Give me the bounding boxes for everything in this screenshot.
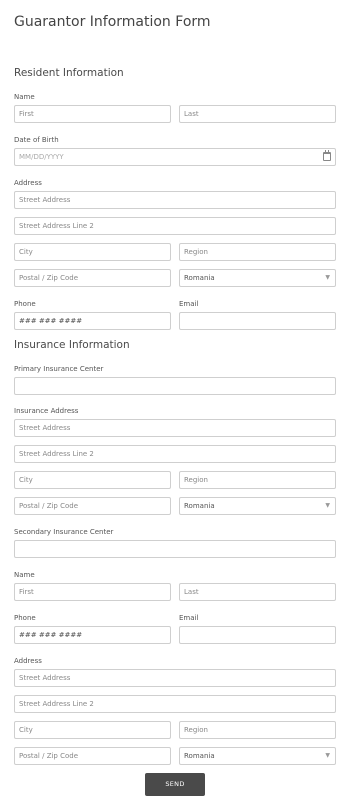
resident-postal-input[interactable]: Postal / Zip Code (14, 269, 171, 287)
resident-name-label: Name (14, 93, 35, 101)
chevron-down-icon: ▼ (325, 274, 330, 281)
resident-address-label: Address (14, 179, 42, 187)
insurance-city-input[interactable]: City (14, 471, 171, 489)
section-title-insurance: Insurance Information (14, 339, 130, 351)
resident-country-value: Romania (184, 274, 215, 282)
insurance-street2-b-input[interactable]: Street Address Line 2 (14, 695, 336, 713)
insurance-country-select[interactable]: Romania ▼ (179, 497, 336, 515)
resident-last-name-input[interactable]: Last (179, 105, 336, 123)
primary-insurance-center-label: Primary Insurance Center (14, 365, 104, 373)
resident-first-name-input[interactable]: First (14, 105, 171, 123)
insurance-address-label: Insurance Address (14, 407, 79, 415)
insurance-address2-label: Address (14, 657, 42, 665)
insurance-city-b-input[interactable]: City (14, 721, 171, 739)
send-button[interactable]: SEND (145, 773, 205, 796)
insurance-name-label: Name (14, 571, 35, 579)
chevron-down-icon: ▼ (325, 502, 330, 509)
secondary-insurance-center-input[interactable] (14, 540, 336, 558)
resident-phone-input[interactable]: ### ### #### (14, 312, 171, 330)
insurance-phone-label: Phone (14, 614, 36, 622)
secondary-insurance-center-label: Secondary Insurance Center (14, 528, 114, 536)
chevron-down-icon: ▼ (325, 752, 330, 759)
insurance-first-name-input[interactable]: First (14, 583, 171, 601)
insurance-country-value: Romania (184, 502, 215, 510)
insurance-postal-b-input[interactable]: Postal / Zip Code (14, 747, 171, 765)
primary-insurance-center-input[interactable] (14, 377, 336, 395)
resident-email-input[interactable] (179, 312, 336, 330)
form-title: Guarantor Information Form (14, 14, 211, 30)
resident-phone-label: Phone (14, 300, 36, 308)
resident-dob-label: Date of Birth (14, 136, 59, 144)
insurance-last-name-input[interactable]: Last (179, 583, 336, 601)
calendar-icon[interactable] (323, 150, 331, 161)
insurance-region-input[interactable]: Region (179, 471, 336, 489)
guarantor-form-page: Guarantor Information Form Resident Info… (0, 0, 350, 810)
resident-street-input[interactable]: Street Address (14, 191, 336, 209)
resident-city-input[interactable]: City (14, 243, 171, 261)
resident-region-input[interactable]: Region (179, 243, 336, 261)
insurance-phone-input[interactable]: ### ### #### (14, 626, 171, 644)
resident-email-label: Email (179, 300, 199, 308)
insurance-country-b-select[interactable]: Romania ▼ (179, 747, 336, 765)
insurance-street-input[interactable]: Street Address (14, 419, 336, 437)
insurance-country-b-value: Romania (184, 752, 215, 760)
insurance-email-input[interactable] (179, 626, 336, 644)
insurance-email-label: Email (179, 614, 199, 622)
resident-street2-input[interactable]: Street Address Line 2 (14, 217, 336, 235)
insurance-region-b-input[interactable]: Region (179, 721, 336, 739)
resident-dob-input[interactable]: MM/DD/YYYY (14, 148, 336, 166)
insurance-postal-input[interactable]: Postal / Zip Code (14, 497, 171, 515)
resident-country-select[interactable]: Romania ▼ (179, 269, 336, 287)
section-title-resident: Resident Information (14, 67, 124, 79)
insurance-street2-input[interactable]: Street Address Line 2 (14, 445, 336, 463)
dob-placeholder: MM/DD/YYYY (19, 153, 64, 161)
insurance-street-b-input[interactable]: Street Address (14, 669, 336, 687)
